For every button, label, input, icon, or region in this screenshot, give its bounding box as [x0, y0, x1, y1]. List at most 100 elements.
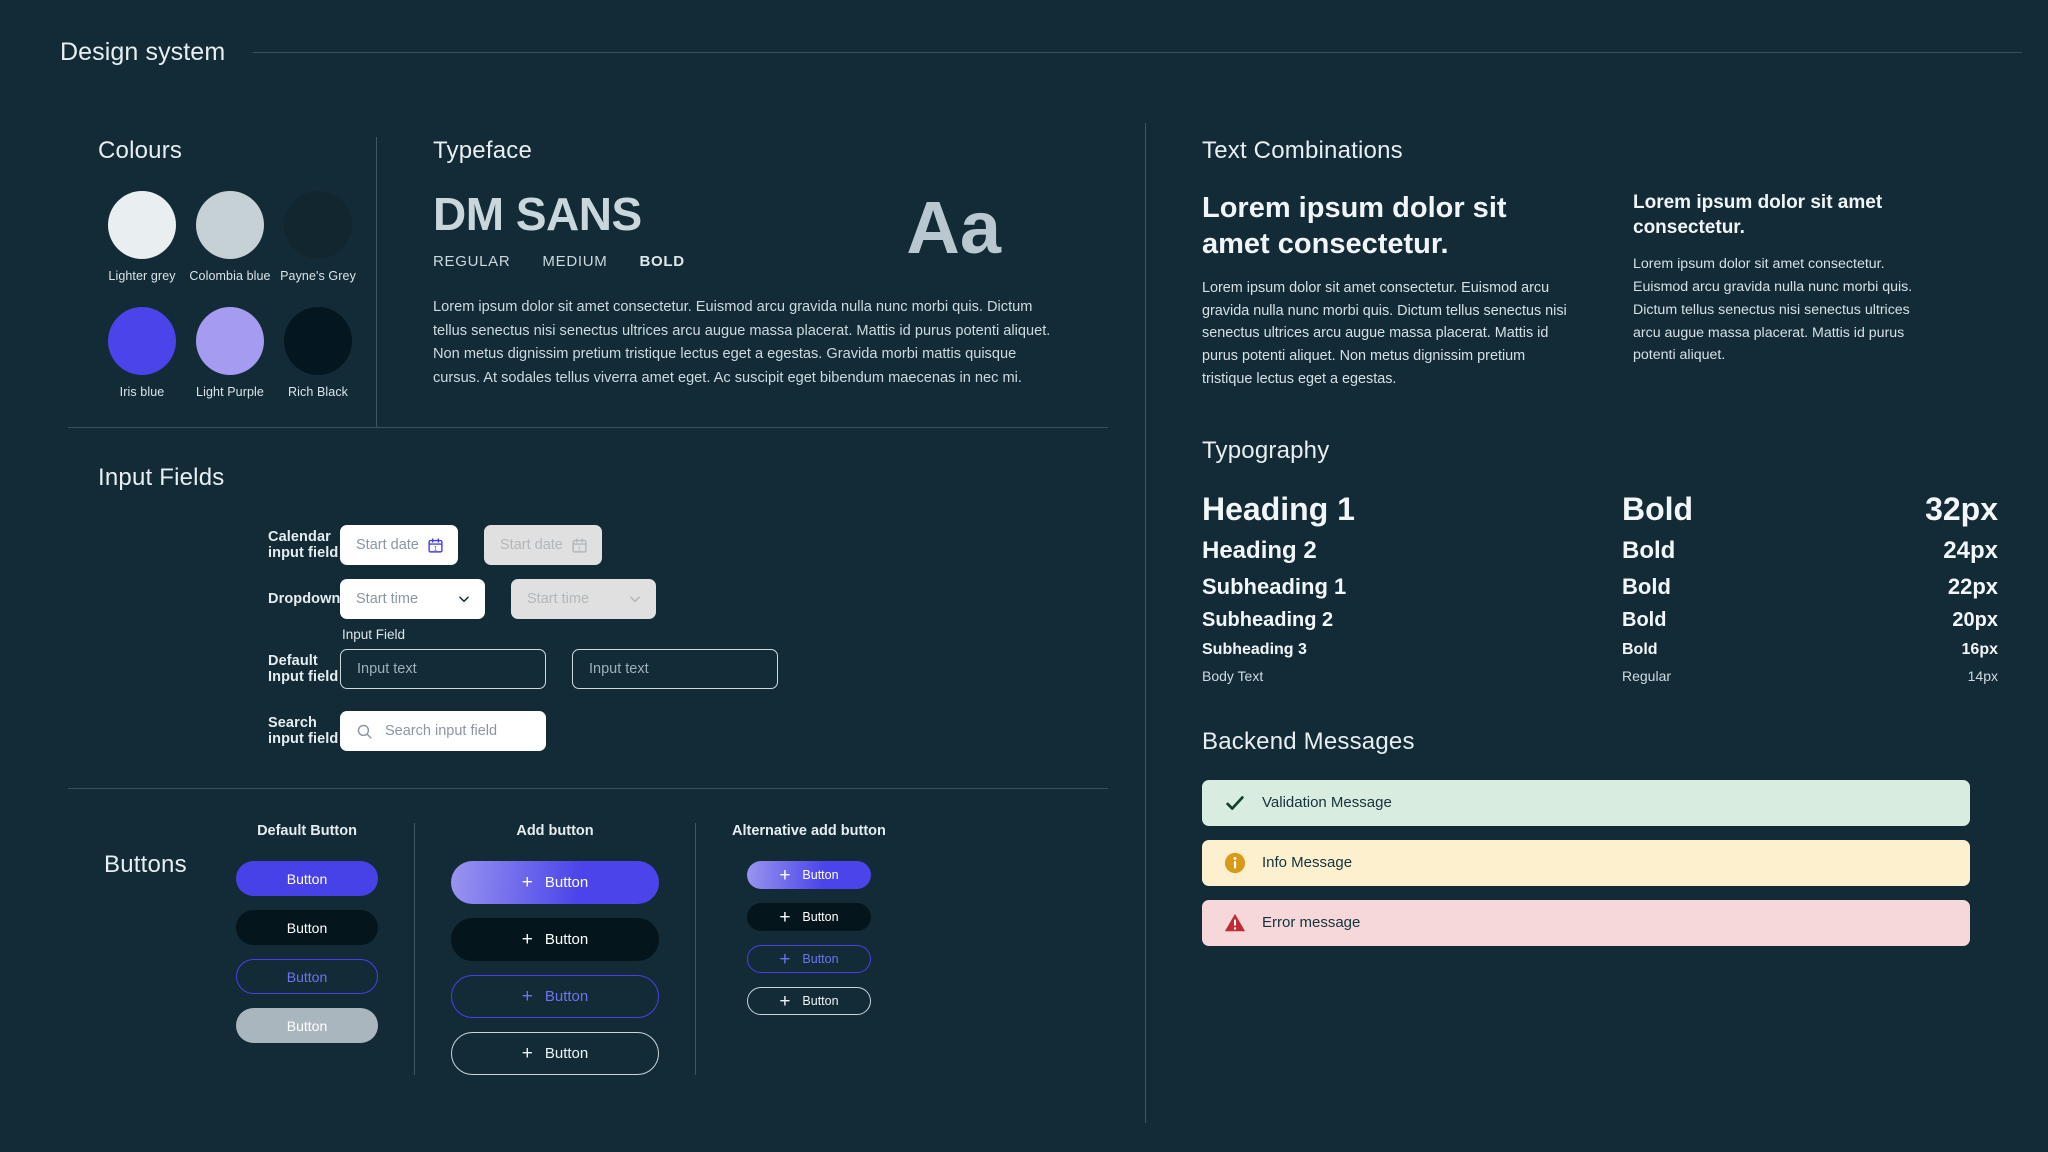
- input-field-row: Dropdown Start time Start time: [0, 572, 1145, 626]
- input-fields-heading: Input Fields: [98, 464, 225, 491]
- calendar-input-disabled: Start date 1: [484, 525, 602, 565]
- typography-row-weight: Bold: [1622, 490, 1694, 527]
- typography-section: Typography Heading 1 Bold 32px Heading 2 Bol…: [1202, 437, 1998, 684]
- input-field-row-label: Calendar input field: [268, 529, 339, 561]
- text-input-placeholder: Input text: [357, 661, 417, 677]
- plus-icon: +: [779, 990, 791, 1012]
- typography-row-size: 32px: [1925, 490, 1998, 527]
- typeface-paragraph: Lorem ipsum dolor sit amet consectetur. …: [433, 299, 1051, 386]
- typography-row: Subheading 1 Bold 22px: [1202, 574, 1998, 600]
- plus-icon: +: [521, 1043, 533, 1064]
- colour-swatch-label: Light Purple: [196, 385, 264, 399]
- button-label: Button: [544, 874, 589, 891]
- colour-swatch-dot: [196, 191, 264, 259]
- plus-icon: +: [779, 948, 791, 970]
- calendar-input-enabled[interactable]: Start date 1: [340, 525, 458, 565]
- search-icon: [356, 723, 373, 740]
- button[interactable]: + Button: [451, 975, 659, 1018]
- button-stack: + Button + Button + Button + Button: [732, 861, 886, 1015]
- typography-row-weight: Bold: [1622, 573, 1671, 599]
- typography-heading: Typography: [1202, 436, 1330, 464]
- text-input-placeholder-secondary: Input text: [589, 661, 649, 677]
- typography-row-size: 16px: [1961, 640, 1998, 658]
- colour-swatch: Light Purple: [186, 307, 274, 399]
- text-combination-primary-heading: Lorem ipsum dolor sit amet consectetur.: [1202, 192, 1507, 260]
- button[interactable]: Button: [236, 861, 378, 896]
- input-field-row-label: Dropdown: [268, 591, 341, 607]
- button[interactable]: + Button: [746, 987, 871, 1015]
- button-label: Button: [544, 988, 589, 1005]
- calendar-icon: 1: [571, 537, 588, 554]
- typography-row-weight: Bold: [1622, 640, 1658, 658]
- button-label: Button: [544, 931, 589, 948]
- typography-row-size: 22px: [1947, 573, 1998, 599]
- button-stack: Button Button Button Button: [236, 861, 378, 1043]
- chevron-down-icon[interactable]: [457, 592, 471, 606]
- button[interactable]: + Button: [746, 903, 871, 931]
- typography-rows: Heading 1 Bold 32px Heading 2 Bold 24px Subhea…: [1202, 491, 1998, 684]
- calendar-input-placeholder-disabled: Start date: [500, 537, 563, 553]
- typeface-weight-list: REGULAR MEDIUM BOLD: [433, 253, 906, 270]
- button-label: Button: [286, 1017, 328, 1034]
- text-combination-secondary-heading: Lorem ipsum dolor sit amet consectetur.: [1633, 192, 1883, 238]
- calendar-icon[interactable]: 1: [427, 537, 444, 554]
- typography-row-name: Subheading 1: [1202, 573, 1347, 599]
- button[interactable]: + Button: [746, 945, 871, 973]
- typeface-section: Typeface DM SANS REGULAR MEDIUM BOLD Aa Lo…: [433, 137, 1093, 427]
- dropdown-cell-disabled: Start time: [511, 579, 656, 619]
- button-label: Button: [802, 951, 839, 966]
- plus-icon: +: [779, 906, 791, 928]
- text-input-secondary[interactable]: Input text: [572, 649, 778, 689]
- text-combination-primary-body: Lorem ipsum dolor sit amet consectetur. …: [1202, 279, 1567, 387]
- backend-messages-heading: Backend Messages: [1202, 727, 1415, 755]
- dropdown-placeholder-disabled: Start time: [527, 591, 590, 607]
- input-field-row-label: Default Input field: [268, 653, 339, 685]
- colour-swatch-label: Iris blue: [119, 385, 165, 399]
- backend-message-text: Info Message: [1262, 854, 1353, 872]
- typography-row-name: Heading 2: [1202, 536, 1317, 564]
- buttons-section: Buttons Default Button Button Button Button…: [0, 789, 1145, 1075]
- svg-text:1: 1: [434, 545, 438, 552]
- button[interactable]: Button: [236, 1008, 378, 1043]
- chevron-down-icon: [628, 592, 642, 606]
- button-columns: Default Button Button Button Button Button Ad…: [200, 823, 922, 1075]
- calendar-input-placeholder: Start date: [356, 537, 419, 553]
- backend-messages-section: Backend Messages Validation Message Info…: [1202, 728, 1998, 946]
- button[interactable]: + Button: [451, 918, 659, 961]
- input-field-controls: Input Field Input text Input text: [340, 627, 778, 689]
- calendar-input-cell-disabled: Start date 1: [484, 525, 602, 565]
- button-column-title: Default Button: [257, 823, 357, 839]
- button[interactable]: Button: [236, 910, 378, 945]
- button-label: Button: [544, 1045, 589, 1062]
- button[interactable]: Button: [236, 959, 378, 994]
- input-inline-label: Input Field: [342, 627, 406, 642]
- typeface-weight-label: REGULAR: [433, 253, 511, 270]
- button[interactable]: + Button: [746, 861, 871, 889]
- typography-row-size: 14px: [1967, 667, 1998, 684]
- text-input-cell: Input Field Input text: [340, 627, 546, 689]
- colour-swatch-dot: [196, 307, 264, 375]
- plus-icon: +: [779, 864, 791, 886]
- plus-icon: +: [521, 872, 533, 893]
- input-fields-rows: Calendar input field Start date 1 Start …: [0, 518, 1145, 758]
- text-combinations-heading: Text Combinations: [1202, 137, 1403, 164]
- page-header: Design system: [0, 0, 2048, 67]
- button[interactable]: + Button: [451, 861, 659, 904]
- design-system-page: Design system Colours Lighter grey Colomb…: [0, 0, 2048, 1152]
- input-field-row: Default Input field Input Field Input tex…: [0, 627, 1145, 696]
- colour-swatch: Colombia blue: [186, 191, 274, 283]
- right-column: Text Combinations Lorem ipsum dolor sit …: [1146, 67, 2048, 1152]
- backend-message-text: Error message: [1262, 914, 1361, 932]
- typeface-divider: [376, 137, 377, 427]
- info-icon: [1224, 852, 1246, 874]
- button[interactable]: + Button: [451, 1032, 659, 1075]
- dropdown-enabled[interactable]: Start time: [340, 579, 485, 619]
- search-input[interactable]: Search input field: [340, 711, 546, 751]
- typography-row-size: 20px: [1952, 608, 1998, 631]
- button-stack: + Button + Button + Button + Button: [451, 861, 659, 1075]
- typography-row-weight: Bold: [1622, 608, 1667, 631]
- input-field-row: Search input field Search input field: [0, 704, 1145, 758]
- colour-swatch-dot: [108, 307, 176, 375]
- text-input-enabled[interactable]: Input text: [340, 649, 546, 689]
- header-divider: [253, 52, 2022, 53]
